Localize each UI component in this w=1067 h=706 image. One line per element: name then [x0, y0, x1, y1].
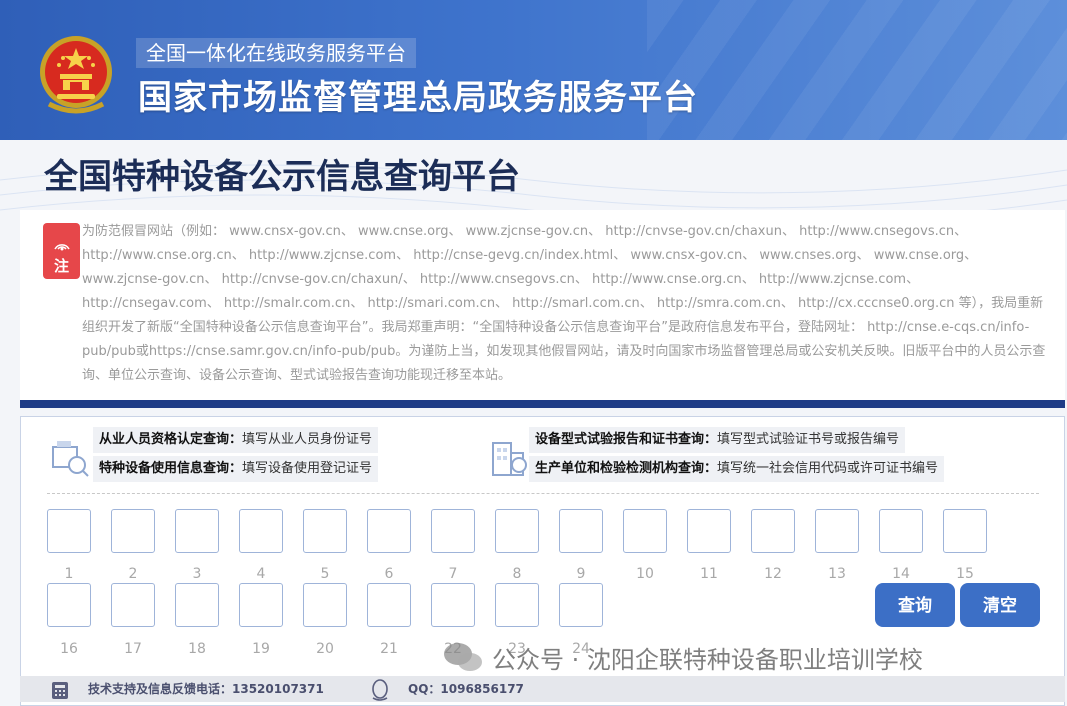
code-input-16[interactable]	[47, 583, 91, 627]
search-button[interactable]: 查询	[875, 583, 955, 627]
query-hint-personnel-text: 填写从业人员身份证号	[242, 432, 373, 447]
code-input-24[interactable]	[559, 583, 603, 627]
query-label-organization: 生产单位和检验检测机构查询：	[535, 461, 718, 476]
notice-text: 为防范假冒网站（例如： www.cnsx-gov.cn、 www.cnse.or…	[82, 224, 1046, 383]
code-input-14[interactable]	[879, 509, 923, 553]
code-input-6[interactable]	[367, 509, 411, 553]
watermark-text: 公众号 · 沈阳企联特种设备职业培训学校	[492, 646, 923, 674]
person-search-icon	[52, 441, 89, 477]
code-input-2[interactable]	[111, 509, 155, 553]
code-input-13[interactable]	[815, 509, 859, 553]
code-input-3[interactable]	[175, 509, 219, 553]
code-input-19[interactable]	[239, 583, 283, 627]
code-input-23[interactable]	[495, 583, 539, 627]
code-input-18[interactable]	[175, 583, 219, 627]
code-input-1[interactable]	[47, 509, 91, 553]
code-input-5[interactable]	[303, 509, 347, 553]
code-input-7[interactable]	[431, 509, 475, 553]
phone-icon	[52, 682, 68, 699]
code-input-20[interactable]	[303, 583, 347, 627]
code-input-number: 15	[956, 566, 974, 582]
building-icon	[492, 442, 527, 476]
wechat-icon	[444, 643, 482, 671]
query-hint-equipment: 特种设备使用信息查询：填写设备使用登记证号	[93, 456, 379, 482]
alert-icon	[54, 244, 70, 251]
code-input-11[interactable]	[687, 509, 731, 553]
query-hint-type-test: 设备型式试验报告和证书查询：填写型式试验证书号或报告编号	[529, 427, 906, 453]
footer: 技术支持及信息反馈电话：13520107371 QQ：1096856177	[20, 676, 1065, 702]
code-input-number: 19	[252, 641, 270, 657]
divider	[47, 493, 1039, 494]
code-input-number: 18	[188, 641, 206, 657]
query-hint-type-test-text: 填写型式试验证书号或报告编号	[717, 432, 900, 447]
code-input-9[interactable]	[559, 509, 603, 553]
query-hint-equipment-text: 填写设备使用登记证号	[242, 461, 373, 476]
code-input-10[interactable]	[623, 509, 667, 553]
code-input-number: 4	[256, 566, 266, 582]
code-input-number: 14	[892, 566, 910, 582]
header-subtitle: 全国一体化在线政务服务平台	[136, 38, 416, 68]
code-input-22[interactable]	[431, 583, 475, 627]
code-input-8[interactable]	[495, 509, 539, 553]
code-input-number: 17	[124, 641, 142, 657]
code-input-number: 21	[380, 641, 398, 657]
query-hint-personnel: 从业人员资格认定查询：填写从业人员身份证号	[93, 427, 379, 453]
page-title: 全国特种设备公示信息查询平台	[44, 157, 520, 197]
code-input-number: 2	[128, 566, 138, 582]
query-label-equipment: 特种设备使用信息查询：	[99, 461, 243, 476]
notice-badge-label: 注	[53, 257, 69, 275]
query-hint-organization: 生产单位和检验检测机构查询：填写统一社会信用代码或许可证书编号	[529, 456, 945, 482]
code-input-4[interactable]	[239, 509, 283, 553]
header-decoration	[647, 0, 1067, 140]
site-header: 全国一体化在线政务服务平台 国家市场监督管理总局政务服务平台	[0, 0, 1067, 140]
code-input-21[interactable]	[367, 583, 411, 627]
query-label-personnel: 从业人员资格认定查询：	[99, 432, 243, 447]
header-title: 国家市场监督管理总局政务服务平台	[138, 78, 698, 118]
national-emblem-icon	[40, 36, 112, 114]
query-hint-organization-text: 填写统一社会信用代码或许可证书编号	[717, 461, 939, 476]
code-input-number: 6	[384, 566, 394, 582]
support-qq: QQ：1096856177	[408, 682, 524, 696]
code-input-15[interactable]	[943, 509, 987, 553]
notice-badge: 注	[43, 223, 80, 279]
code-input-number: 12	[764, 566, 782, 582]
code-input-17[interactable]	[111, 583, 155, 627]
qq-icon	[372, 679, 388, 701]
code-input-number: 3	[192, 566, 202, 582]
code-input-number: 8	[512, 566, 522, 582]
code-input-number: 13	[828, 566, 846, 582]
code-input-number: 16	[60, 641, 78, 657]
code-input-number: 9	[576, 566, 586, 582]
query-label-type-test: 设备型式试验报告和证书查询：	[535, 432, 718, 447]
clear-button[interactable]: 清空	[960, 583, 1040, 627]
notice-panel: 注 为防范假冒网站（例如： www.cnsx-gov.cn、 www.cnse.…	[20, 210, 1065, 408]
code-input-number: 1	[64, 566, 74, 582]
code-input-number: 10	[636, 566, 654, 582]
code-input-number: 20	[316, 641, 334, 657]
code-input-number: 5	[320, 566, 330, 582]
support-phone: 技术支持及信息反馈电话：13520107371	[88, 682, 324, 696]
code-input-12[interactable]	[751, 509, 795, 553]
code-input-number: 11	[700, 566, 718, 582]
code-input-number: 7	[448, 566, 458, 582]
